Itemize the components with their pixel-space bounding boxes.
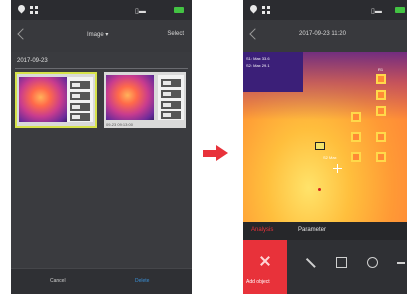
measurement-row: [161, 111, 181, 119]
grid-icon: [30, 6, 38, 14]
hot-window: [376, 90, 386, 100]
measurement-row: [70, 81, 90, 89]
hot-window: [351, 112, 361, 122]
measurement-row: [161, 101, 181, 109]
spot-marker[interactable]: [315, 142, 325, 150]
circle-tool-icon[interactable]: [367, 257, 378, 268]
date-divider: [15, 68, 188, 69]
tab-analysis[interactable]: Analysis: [251, 227, 273, 233]
measurement-row: [70, 103, 90, 111]
thumbnail-caption: 09-23 09:13:00: [106, 122, 133, 127]
status-bar: ▯▬: [11, 0, 192, 20]
measurement-row: [161, 90, 181, 98]
hot-window: [351, 152, 361, 162]
hot-window: [376, 106, 386, 116]
sd-card-icon: ▯▬: [371, 8, 382, 15]
back-icon[interactable]: [249, 28, 261, 40]
add-object-label: Add object: [246, 279, 270, 285]
image-thumbnail[interactable]: 09-23 09:13:00: [104, 72, 186, 128]
hot-window: [376, 74, 386, 84]
thermal-image-preview: [106, 75, 154, 120]
hot-window: [351, 132, 361, 142]
hotspot-dot: [318, 188, 321, 191]
measurement-readout-2: S2: Max 29.1: [246, 63, 270, 68]
line-tool-icon[interactable]: [306, 257, 316, 268]
location-icon: [250, 5, 257, 14]
more-tools-icon[interactable]: [397, 257, 407, 268]
back-icon[interactable]: [17, 28, 29, 40]
right-phone-screen: ▯▬ 2017-09-23 11:20 S1: Max 33.6 S2: Max…: [243, 0, 407, 294]
arrow-head: [216, 145, 228, 161]
rectangle-tool-icon[interactable]: [336, 257, 347, 268]
add-object-button[interactable]: Add object: [243, 240, 287, 294]
status-bar: ▯▬: [243, 0, 407, 20]
tab-parameter[interactable]: Parameter: [298, 227, 326, 233]
image-timestamp: 2017-09-23 11:20: [299, 31, 346, 37]
select-button[interactable]: Select: [167, 31, 184, 37]
delete-button[interactable]: Delete: [135, 278, 149, 284]
grid-icon: [262, 6, 270, 14]
gallery-header: Image ▾ Select: [11, 20, 192, 52]
battery-icon: [395, 7, 405, 13]
region-label: R1: [378, 67, 384, 72]
image-detail-header: 2017-09-23 11:20: [243, 20, 407, 52]
transition-arrow-icon: [203, 145, 228, 161]
analysis-tabs: Analysis Parameter: [243, 222, 407, 240]
measurement-row: [161, 79, 181, 87]
crosshair-icon: [333, 164, 342, 173]
location-icon: [18, 5, 25, 14]
hot-window: [376, 152, 386, 162]
measurement-readout-1: S1: Max 33.6: [246, 56, 270, 61]
spot-marker-label: S2 Max: [323, 155, 337, 160]
thermal-image-view[interactable]: S1: Max 33.6 S2: Max 29.1 R1 S2 Max: [243, 52, 407, 222]
gallery-title[interactable]: Image ▾: [87, 31, 108, 38]
add-object-icon: [259, 255, 271, 267]
image-thumbnail-selected[interactable]: [15, 72, 97, 128]
date-heading: 2017-09-23: [17, 58, 48, 64]
hot-window: [376, 132, 386, 142]
measurement-row: [70, 92, 90, 100]
cancel-button[interactable]: Cancel: [50, 278, 66, 284]
battery-icon: [174, 7, 184, 13]
left-phone-screen: ▯▬ Image ▾ Select 2017-09-23 09-23 09:13…: [11, 0, 192, 294]
sd-card-icon: ▯▬: [135, 8, 146, 15]
thumbnail-side-panel: [67, 77, 93, 122]
thermal-image-preview: [19, 77, 67, 122]
stage: ▯▬ Image ▾ Select 2017-09-23 09-23 09:13…: [0, 0, 407, 294]
analysis-toolbar: Add object: [243, 240, 407, 294]
thumbnail-side-panel: [158, 75, 184, 120]
gallery-bottom-bar: Cancel Delete: [11, 268, 192, 294]
measurement-row: [70, 113, 90, 121]
